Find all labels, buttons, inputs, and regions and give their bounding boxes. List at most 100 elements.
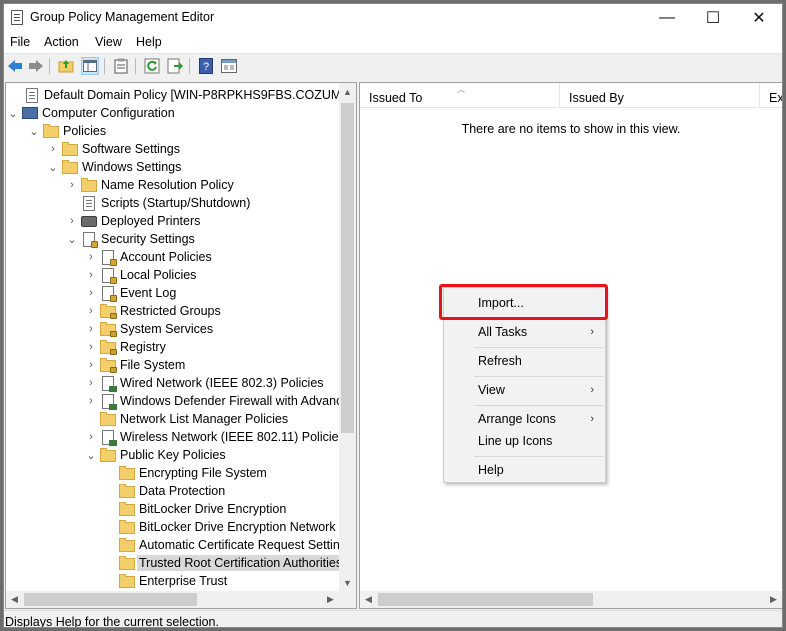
expand-chevron-icon[interactable]: › [86,302,96,320]
collapse-chevron-icon[interactable]: ⌄ [8,104,18,122]
expand-chevron-icon[interactable]: › [48,140,58,158]
tree-item[interactable]: › Name Resolution Policy [70,176,234,194]
minimize-button[interactable]: — [644,4,690,32]
menu-action[interactable]: Action [44,35,79,49]
expand-chevron-icon[interactable]: › [86,356,96,374]
column-issued-by[interactable]: Issued By [560,83,760,107]
up-folder-icon[interactable] [57,57,75,75]
forward-icon[interactable] [27,57,45,75]
scroll-right-arrow[interactable]: ▶ [765,591,782,608]
tree-item[interactable]: Network List Manager Policies [100,410,288,428]
expand-chevron-icon[interactable]: › [86,266,96,284]
scroll-left-arrow[interactable]: ◀ [6,591,23,608]
expand-chevron-icon[interactable]: › [86,320,96,338]
menu-item-view[interactable]: View › [444,379,605,401]
expand-chevron-icon[interactable]: › [86,284,96,302]
tree-item[interactable]: Scripts (Startup/Shutdown) [81,194,250,212]
tree-item[interactable]: › Local Policies [89,266,196,284]
tree-item[interactable]: ⌄ Public Key Policies [86,446,226,464]
list-horizontal-scrollbar[interactable]: ◀ ▶ [360,591,782,608]
tree-horizontal-scrollbar[interactable]: ◀ ▶ [6,591,339,608]
tree-item[interactable]: Encrypting File System [119,464,267,482]
tree-item[interactable]: › Software Settings [51,140,180,158]
tree-item-label: Security Settings [101,232,195,246]
expand-chevron-icon[interactable]: › [86,374,96,392]
expand-chevron-icon[interactable]: › [86,428,96,446]
empty-list-message: There are no items to show in this view. [461,122,681,136]
console-tree[interactable]: Default Domain Policy [WIN-P8RPKHS9FBS.C… [5,82,357,609]
menu-view[interactable]: View [95,35,122,49]
tree-item[interactable]: › Windows Defender Firewall with Advance [89,392,349,410]
export-list-icon[interactable] [166,57,184,75]
expand-chevron-icon[interactable]: › [67,212,77,230]
menu-item-label: Refresh [478,354,522,368]
menu-item-arrange-icons[interactable]: Arrange Icons › [444,408,605,430]
tree-item[interactable]: ⌄ Security Settings [67,230,195,248]
folder-icon [43,124,59,138]
close-button[interactable]: ✕ [736,4,782,32]
tree-item[interactable]: Enterprise Trust [119,572,227,590]
scroll-thumb[interactable] [24,593,197,606]
tree-item-label: System Services [120,322,214,336]
security-settings-icon [81,232,98,248]
tree-vertical-scrollbar[interactable]: ▲ ▼ [339,83,356,591]
menu-item-refresh[interactable]: Refresh [444,350,605,372]
column-expiration[interactable]: Exp [760,83,782,107]
tree-item[interactable]: › Account Policies [89,248,212,266]
tree-item[interactable]: BitLocker Drive Encryption [119,500,286,518]
folder-icon [119,466,135,480]
tree-item-label: Wired Network (IEEE 802.3) Policies [120,376,324,390]
tree-item[interactable]: › Deployed Printers [70,212,200,230]
tree-item[interactable]: Trusted Root Certification Authorities [119,554,345,572]
tree-item[interactable]: › File System [89,356,185,374]
tree-item[interactable]: › Registry [89,338,166,356]
show-hide-tree-icon[interactable] [81,57,99,75]
properties-icon[interactable] [112,57,130,75]
refresh-icon[interactable] [143,57,161,75]
menu-item-line-up-icons[interactable]: Line up Icons [444,430,605,452]
tree-item[interactable]: › Wired Network (IEEE 802.3) Policies [89,374,324,392]
scroll-up-arrow[interactable]: ▲ [339,83,356,100]
tree-item[interactable]: ⌄ Policies [29,122,106,140]
collapse-chevron-icon[interactable]: ⌄ [86,446,96,464]
menu-file[interactable]: File [10,35,30,49]
menu-help[interactable]: Help [136,35,162,49]
menu-separator [474,376,603,377]
tree-item[interactable]: BitLocker Drive Encryption Network U [119,518,348,536]
window-title: Group Policy Management Editor [30,10,215,24]
scroll-down-arrow[interactable]: ▼ [339,574,356,591]
expand-chevron-icon[interactable]: › [86,392,96,410]
collapse-chevron-icon[interactable]: ⌄ [48,158,58,176]
menu-item-all-tasks[interactable]: All Tasks › [444,321,605,343]
menu-item-help[interactable]: Help [444,459,605,481]
tree-item[interactable]: › Wireless Network (IEEE 802.11) Policies [89,428,345,446]
security-doc-icon [100,250,117,266]
collapse-chevron-icon[interactable]: ⌄ [29,122,39,140]
security-doc-icon [100,286,117,302]
tree-item[interactable]: ⌄ Computer Configuration [8,104,174,122]
tree-item[interactable]: › Event Log [89,284,176,302]
back-icon[interactable] [6,57,24,75]
collapse-chevron-icon[interactable]: ⌄ [67,230,77,248]
scroll-thumb[interactable] [378,593,593,606]
console-icon[interactable] [220,57,238,75]
tree-item[interactable]: Default Domain Policy [WIN-P8RPKHS9FBS.C… [24,86,356,104]
tree-item[interactable]: › System Services [89,320,214,338]
tree-item[interactable]: › Restricted Groups [89,302,221,320]
locked-folder-icon [100,358,117,373]
policy-doc-icon [24,88,40,103]
tree-item[interactable]: ⌄ Windows Settings [48,158,181,176]
help-icon[interactable]: ? [197,57,215,75]
maximize-button[interactable]: ☐ [690,4,736,32]
scroll-right-arrow[interactable]: ▶ [322,591,339,608]
tree-item-label: Account Policies [120,250,212,264]
expand-chevron-icon[interactable]: › [86,338,96,356]
tree-item[interactable]: Data Protection [119,482,225,500]
scroll-thumb[interactable] [341,103,354,433]
tree-item-label: Restricted Groups [120,304,221,318]
scroll-left-arrow[interactable]: ◀ [360,591,377,608]
expand-chevron-icon[interactable]: › [67,176,77,194]
expand-chevron-icon[interactable]: › [86,248,96,266]
tree-item[interactable]: Automatic Certificate Request Setting [119,536,347,554]
folder-icon [119,556,135,570]
